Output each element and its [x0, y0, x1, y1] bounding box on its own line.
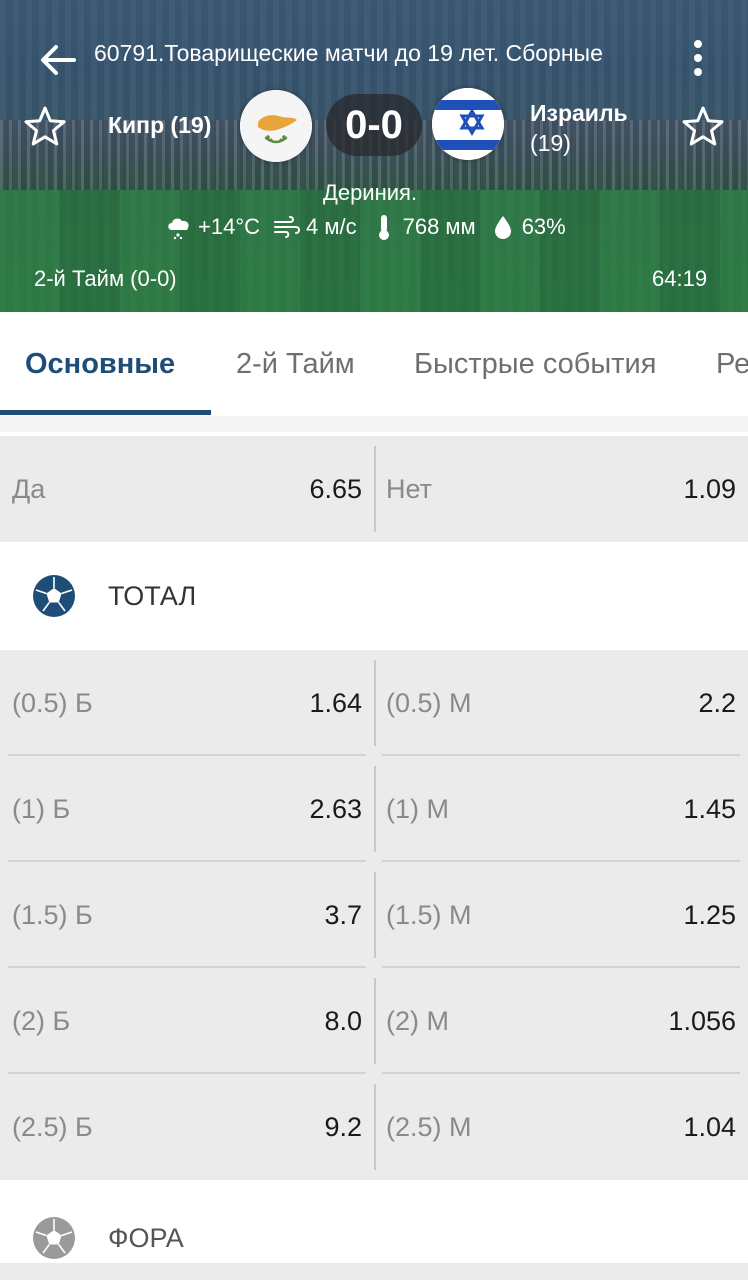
column-divider: [374, 446, 376, 532]
odd-label: (1.5) М: [386, 900, 472, 930]
more-vertical-icon: [694, 40, 702, 76]
column-divider: [374, 1084, 376, 1170]
odd-value: 2.63: [309, 794, 362, 824]
odd-value: 1.25: [683, 900, 736, 930]
odd-value: 8.0: [324, 1006, 362, 1036]
odd-label: (0.5) Б: [12, 688, 93, 718]
odd-value: 1.09: [683, 474, 736, 504]
column-divider: [374, 766, 376, 852]
odd-value: 1.45: [683, 794, 736, 824]
odd-label: (2) М: [386, 1006, 449, 1036]
markets-list: Да 6.65 Нет 1.09 ТОТАЛ (0.5) Б 1.64 (0.5…: [0, 416, 748, 1280]
thermometer-icon: [378, 215, 389, 240]
match-score: 0-0: [326, 94, 422, 156]
tab-quick-events[interactable]: Быстрые события: [414, 312, 656, 416]
odd-under[interactable]: (0.5) М 2.2: [378, 650, 748, 756]
odd-under[interactable]: (2) М 1.056: [378, 968, 748, 1074]
column-divider: [374, 978, 376, 1064]
odd-over[interactable]: (2) Б 8.0: [0, 968, 370, 1074]
away-team-name-line1: Израиль: [530, 100, 628, 126]
match-period: 2-й Тайм (0-0): [34, 266, 177, 291]
odd-label: (2.5) Б: [12, 1112, 93, 1142]
tab-more[interactable]: Ре: [716, 312, 748, 416]
weather-info: +14°C 4 м/с 768 мм 63%: [164, 212, 578, 242]
tab-main[interactable]: Основные: [25, 312, 175, 416]
weather-humidity: 63%: [521, 214, 566, 239]
odd-label: (1) Б: [12, 794, 71, 824]
list-spacer: [0, 416, 748, 432]
odd-label: (1) М: [386, 794, 449, 824]
weather-pressure: 768 мм: [402, 214, 476, 239]
section-header-total[interactable]: ТОТАЛ: [0, 542, 748, 650]
match-header: 60791.Товарищеские матчи до 19 лет. Сбор…: [0, 0, 748, 312]
market-tabs: Основные 2-й Тайм Быстрые события Ре: [0, 312, 748, 416]
match-clock: 64:19: [652, 266, 708, 291]
tab-second-half[interactable]: 2-й Тайм: [236, 312, 355, 416]
water-drop-icon: [494, 216, 511, 239]
cyprus-flag-icon: [240, 90, 312, 162]
total-row: (2) Б 8.0 (2) М 1.056: [0, 968, 748, 1074]
odd-under[interactable]: (2.5) М 1.04: [378, 1074, 748, 1180]
away-team-name: Израиль (19): [530, 98, 628, 158]
odd-label: (1.5) Б: [12, 900, 93, 930]
total-row: (1) Б 2.63 (1) М 1.45: [0, 756, 748, 862]
odd-under[interactable]: (1) М 1.45: [378, 756, 748, 862]
wind-icon: [274, 216, 301, 238]
odd-label: (2.5) М: [386, 1112, 472, 1142]
odd-over[interactable]: (1) Б 2.63: [0, 756, 370, 862]
odd-over[interactable]: (0.5) Б 1.64: [0, 650, 370, 756]
more-menu-button[interactable]: [682, 36, 714, 80]
section-title: ТОТАЛ: [108, 581, 197, 611]
odd-over[interactable]: (1.5) Б 3.7: [0, 862, 370, 968]
away-team-name-line2: (19): [530, 130, 571, 156]
odd-value: 6.65: [309, 474, 362, 504]
venue-name: Дериния.: [322, 180, 418, 205]
weather-temperature: +14°C: [198, 214, 261, 239]
odd-value: 3.7: [324, 900, 362, 930]
odds-row-yes-no: Да 6.65 Нет 1.09: [0, 436, 748, 542]
active-tab-indicator: [0, 410, 211, 415]
odd-value: 9.2: [324, 1112, 362, 1142]
total-row: (1.5) Б 3.7 (1.5) М 1.25: [0, 862, 748, 968]
column-divider: [374, 872, 376, 958]
arrow-left-icon: [41, 45, 76, 75]
odd-value: 2.2: [698, 688, 736, 718]
odd-value: 1.04: [683, 1112, 736, 1142]
weather-wind: 4 м/с: [306, 214, 357, 239]
favorite-home-button[interactable]: [22, 104, 68, 150]
home-team-name: Кипр (19): [108, 112, 212, 138]
star-outline-icon: [24, 106, 66, 146]
column-divider: [374, 660, 376, 746]
back-button[interactable]: [36, 38, 80, 82]
odd-value: 1.056: [668, 1006, 736, 1036]
total-row: (0.5) Б 1.64 (0.5) М 2.2: [0, 650, 748, 756]
odd-value: 1.64: [309, 688, 362, 718]
star-outline-icon: [682, 106, 724, 146]
football-icon: [33, 575, 75, 617]
odd-no[interactable]: Нет 1.09: [378, 436, 748, 542]
israel-flag-icon: [432, 88, 504, 160]
football-icon: [33, 1217, 75, 1259]
next-row-peek: [0, 1263, 748, 1280]
odd-label: Да: [12, 474, 46, 504]
league-title: 60791.Товарищеские матчи до 19 лет. Сбор…: [94, 40, 603, 66]
odd-over[interactable]: (2.5) Б 9.2: [0, 1074, 370, 1180]
odd-label: (2) Б: [12, 1006, 71, 1036]
odd-label: (0.5) М: [386, 688, 472, 718]
cloud-snow-icon: [168, 218, 189, 240]
favorite-away-button[interactable]: [680, 104, 726, 150]
total-row: (2.5) Б 9.2 (2.5) М 1.04: [0, 1074, 748, 1180]
stadium-pitch-background: [0, 190, 748, 312]
odd-under[interactable]: (1.5) М 1.25: [378, 862, 748, 968]
odd-label: Нет: [386, 474, 432, 504]
odd-yes[interactable]: Да 6.65: [0, 436, 370, 542]
